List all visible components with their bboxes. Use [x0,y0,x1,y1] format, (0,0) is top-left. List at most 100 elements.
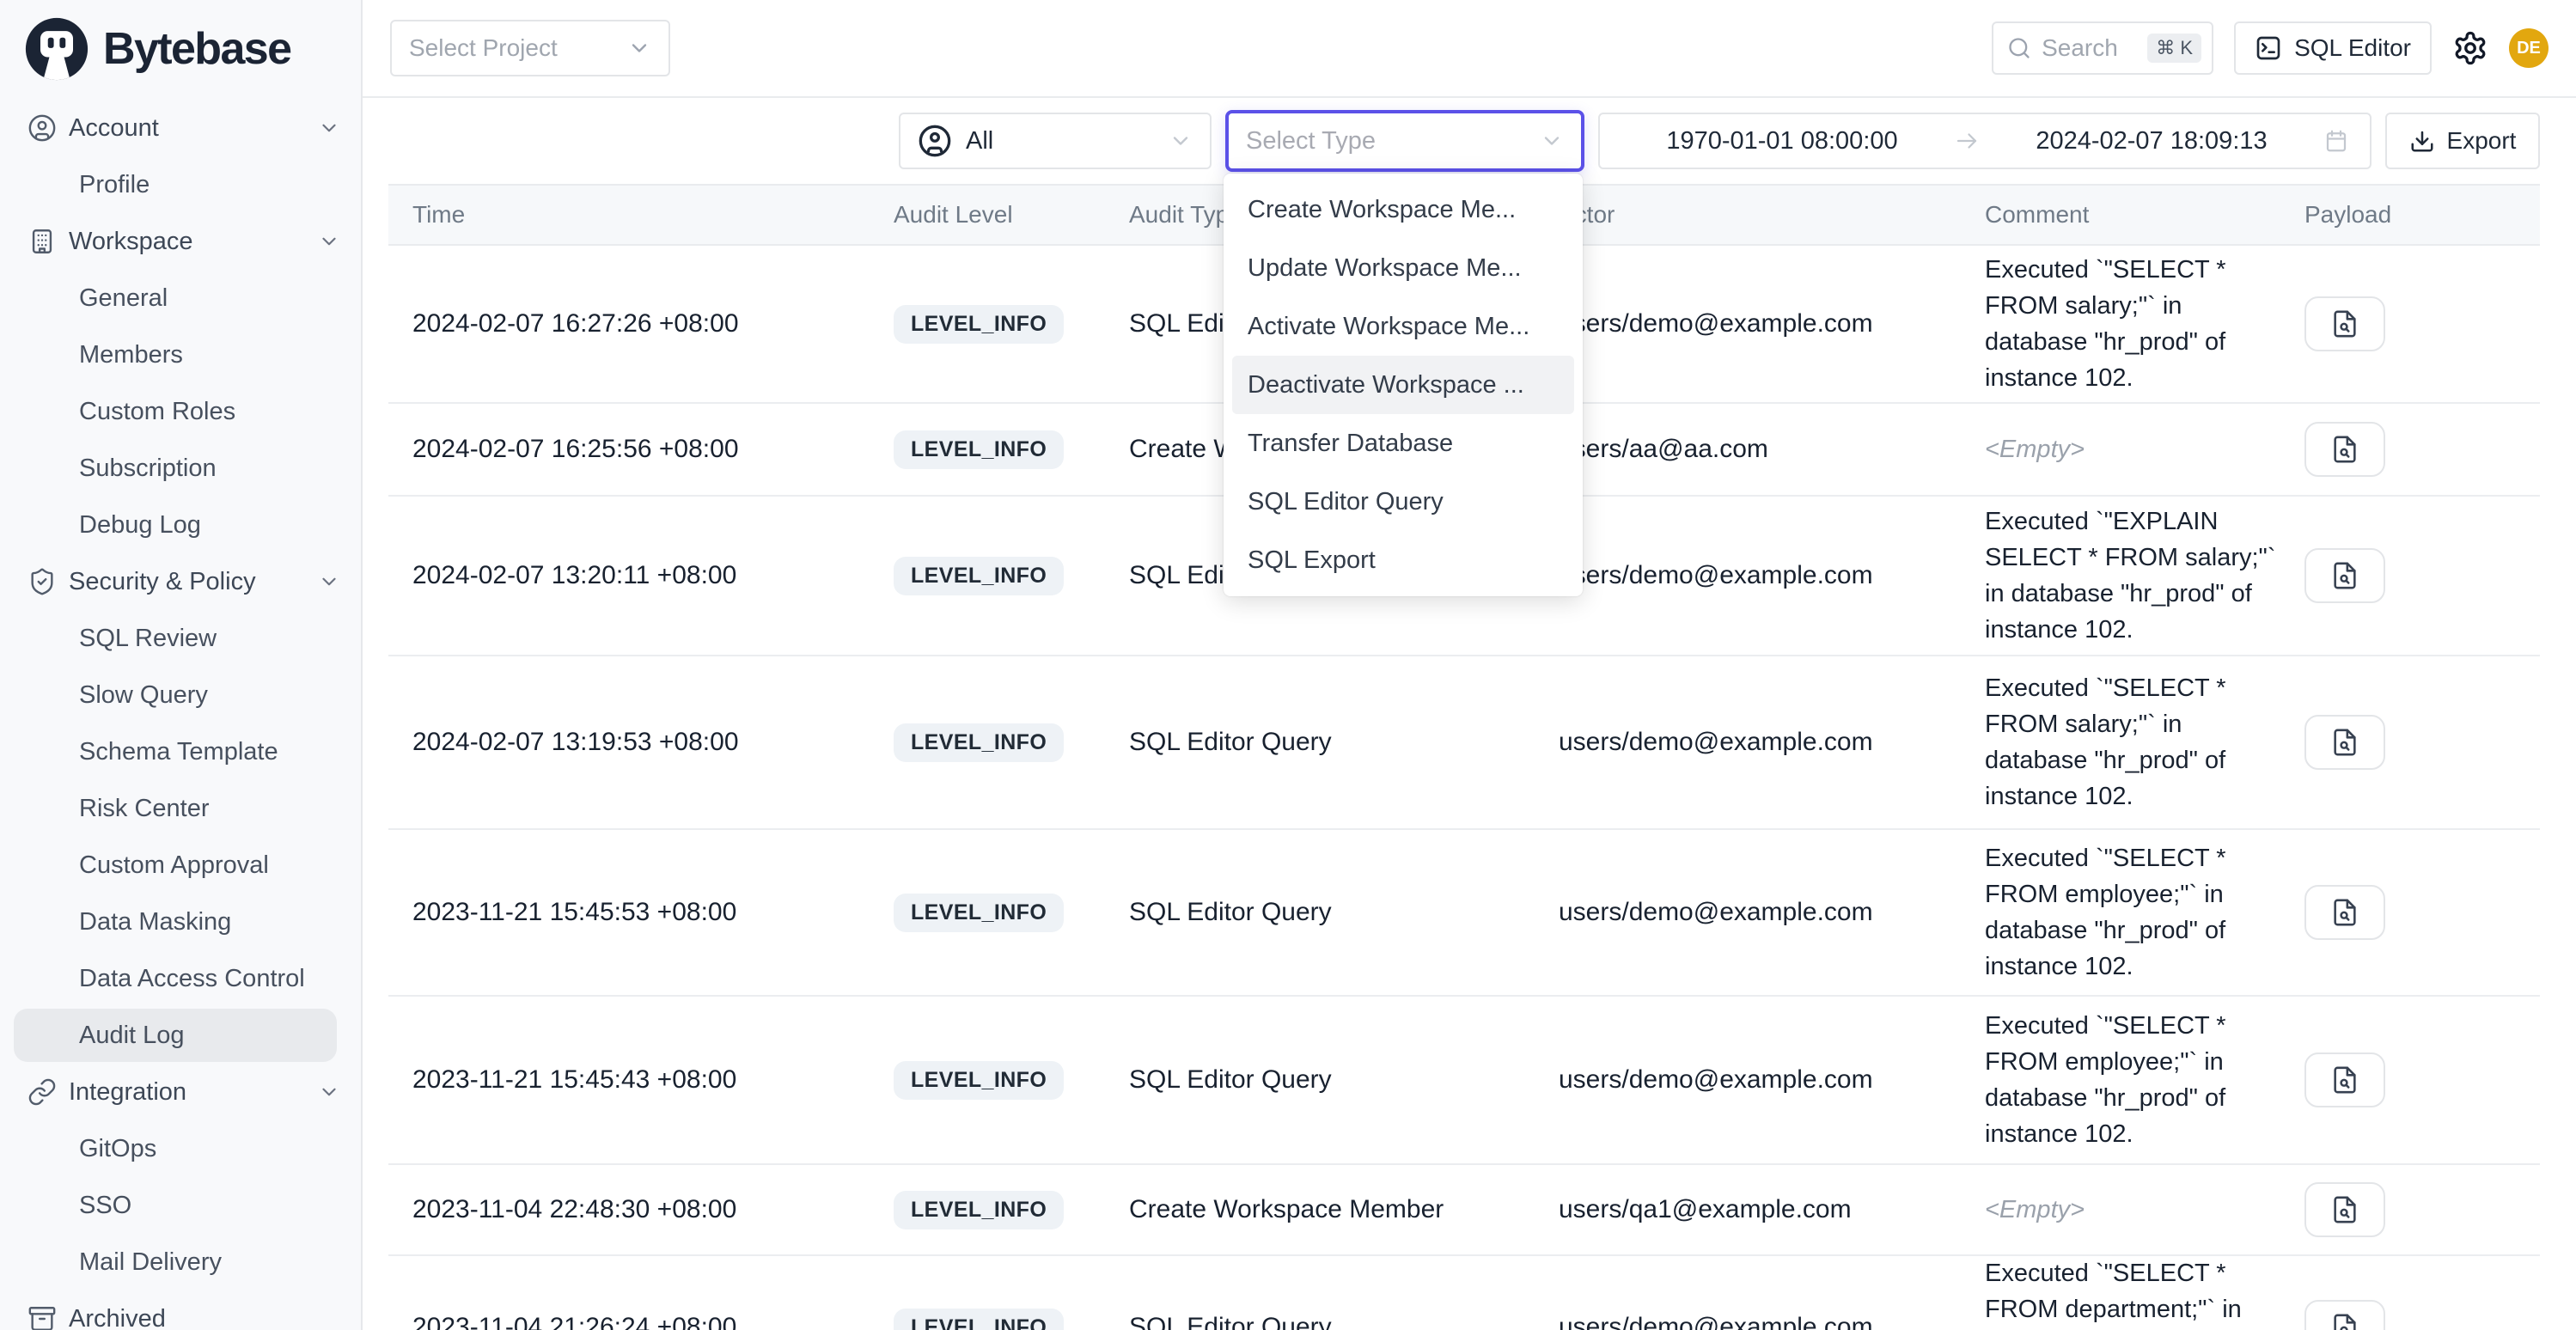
search-shortcut-badge: ⌘ K [2147,34,2201,63]
audit-level-badge: LEVEL_INFO [894,1309,1064,1330]
dropdown-item[interactable]: SQL Export [1232,531,1574,589]
col-header-time: Time [388,201,894,229]
dropdown-item[interactable]: Activate Workspace Me... [1232,297,1574,356]
actor-filter-select[interactable]: All [899,113,1212,169]
sidebar-item-risk-center[interactable]: Risk Center [0,780,361,837]
sidebar-section-workspace[interactable]: Workspace [0,213,361,270]
project-select-placeholder: Select Project [409,34,627,62]
cell-audit-type: SQL Editor Query [1129,898,1559,927]
cell-time: 2023-11-21 15:45:53 +08:00 [388,898,894,927]
cell-actor: users/demo@example.com [1559,1065,1985,1095]
dropdown-item-highlighted[interactable]: Deactivate Workspace ... [1232,356,1574,414]
payload-button[interactable] [2304,548,2385,603]
file-search-icon [2330,309,2359,339]
cell-actor: users/demo@example.com [1559,728,1985,757]
download-icon [2409,128,2435,154]
bytebase-logo[interactable]: Bytebase [0,0,361,93]
project-select[interactable]: Select Project [390,20,670,76]
type-filter-select[interactable]: Select Type [1225,110,1584,172]
terminal-icon [2255,34,2282,62]
user-avatar[interactable]: DE [2509,28,2549,68]
sidebar: Bytebase Account Profile Workspace Gener… [0,0,363,1330]
shield-check-icon [27,567,69,596]
cell-actor: users/demo@example.com [1559,1313,1985,1330]
payload-button[interactable] [2304,715,2385,770]
chevron-down-icon [1169,129,1193,153]
type-filter-dropdown: Create Workspace Me... Update Workspace … [1224,174,1583,596]
table-row: 2023-11-21 15:45:53 +08:00 LEVEL_INFO SQ… [388,830,2540,997]
sidebar-item-subscription[interactable]: Subscription [0,440,361,497]
chevron-down-icon [318,570,340,593]
cell-time: 2023-11-04 21:26:24 +08:00 [388,1313,894,1330]
dropdown-item[interactable]: Update Workspace Me... [1232,239,1574,297]
date-range-picker[interactable]: 1970-01-01 08:00:00 2024-02-07 18:09:13 [1598,113,2372,169]
sidebar-section-label: Security & Policy [69,568,318,596]
actor-filter-value: All [966,127,1155,156]
bytebase-logo-icon [24,16,89,82]
sidebar-item-data-access-control[interactable]: Data Access Control [0,950,361,1007]
export-label: Export [2447,127,2517,155]
cell-actor: users/qa1@example.com [1559,1195,1985,1224]
chevron-down-icon [318,117,340,139]
sidebar-section-security-policy[interactable]: Security & Policy [0,553,361,610]
payload-button[interactable] [2304,1300,2385,1330]
cell-time: 2024-02-07 13:19:53 +08:00 [388,728,894,757]
cell-audit-type: SQL Editor Query [1129,1065,1559,1095]
sidebar-item-gitops[interactable]: GitOps [0,1120,361,1177]
file-search-icon [2330,1195,2359,1224]
sidebar-item-profile[interactable]: Profile [0,156,361,213]
type-filter-placeholder: Select Type [1246,127,1540,156]
payload-button[interactable] [2304,1052,2385,1107]
sidebar-item-schema-template[interactable]: Schema Template [0,723,361,780]
payload-button[interactable] [2304,885,2385,940]
settings-gear-icon[interactable] [2452,30,2488,66]
dropdown-item[interactable]: SQL Editor Query [1232,473,1574,531]
export-button[interactable]: Export [2385,113,2540,169]
cell-audit-type: SQL Editor Query [1129,728,1559,757]
audit-level-badge: LEVEL_INFO [894,430,1064,469]
dropdown-item[interactable]: Create Workspace Me... [1232,180,1574,239]
building-icon [27,227,69,256]
payload-button[interactable] [2304,1182,2385,1237]
cell-actor: users/demo@example.com [1559,561,1985,590]
sidebar-item-sso[interactable]: SSO [0,1177,361,1234]
arrow-right-icon [1954,128,1980,154]
sql-editor-button[interactable]: SQL Editor [2234,21,2432,75]
sidebar-item-mail-delivery[interactable]: Mail Delivery [0,1234,361,1290]
sidebar-item-sql-review[interactable]: SQL Review [0,610,361,667]
chevron-down-icon [318,230,340,253]
top-bar: Select Project ⌘ K SQL Editor DE [363,0,2576,98]
date-range-start[interactable]: 1970-01-01 08:00:00 [1621,127,1944,156]
file-search-icon [2330,898,2359,927]
sidebar-item-data-masking[interactable]: Data Masking [0,894,361,950]
cell-audit-type: Create Workspace Member [1129,1195,1559,1224]
sidebar-item-audit-log[interactable]: Audit Log [14,1009,337,1062]
date-range-end[interactable]: 2024-02-07 18:09:13 [1990,127,2313,156]
table-row: 2023-11-21 15:45:43 +08:00 LEVEL_INFO SQ… [388,997,2540,1165]
search-input[interactable] [2042,34,2137,62]
sidebar-section-integration[interactable]: Integration [0,1064,361,1120]
sidebar-item-members[interactable]: Members [0,326,361,383]
cell-audit-type: SQL Editor Query [1129,1313,1559,1330]
sidebar-section-archived[interactable]: Archived [0,1290,361,1330]
payload-button[interactable] [2304,422,2385,477]
sidebar-item-custom-approval[interactable]: Custom Approval [0,837,361,894]
file-search-icon [2330,728,2359,757]
audit-level-badge: LEVEL_INFO [894,305,1064,344]
cell-actor: users/demo@example.com [1559,898,1985,927]
sidebar-item-custom-roles[interactable]: Custom Roles [0,383,361,440]
sidebar-section-label: Workspace [69,228,318,256]
search-box[interactable]: ⌘ K [1992,21,2213,75]
sidebar-item-slow-query[interactable]: Slow Query [0,667,361,723]
payload-button[interactable] [2304,296,2385,351]
sidebar-item-general[interactable]: General [0,270,361,326]
col-header-comment: Comment [1985,201,2304,229]
table-row: 2023-11-04 22:48:30 +08:00 LEVEL_INFO Cr… [388,1165,2540,1256]
audit-level-badge: LEVEL_INFO [894,1191,1064,1229]
sidebar-section-account[interactable]: Account [0,100,361,156]
file-search-icon [2330,561,2359,590]
col-header-payload: Payload [2304,201,2540,229]
dropdown-item[interactable]: Transfer Database [1232,414,1574,473]
col-header-audit-level: Audit Level [894,201,1129,229]
sidebar-item-debug-log[interactable]: Debug Log [0,497,361,553]
